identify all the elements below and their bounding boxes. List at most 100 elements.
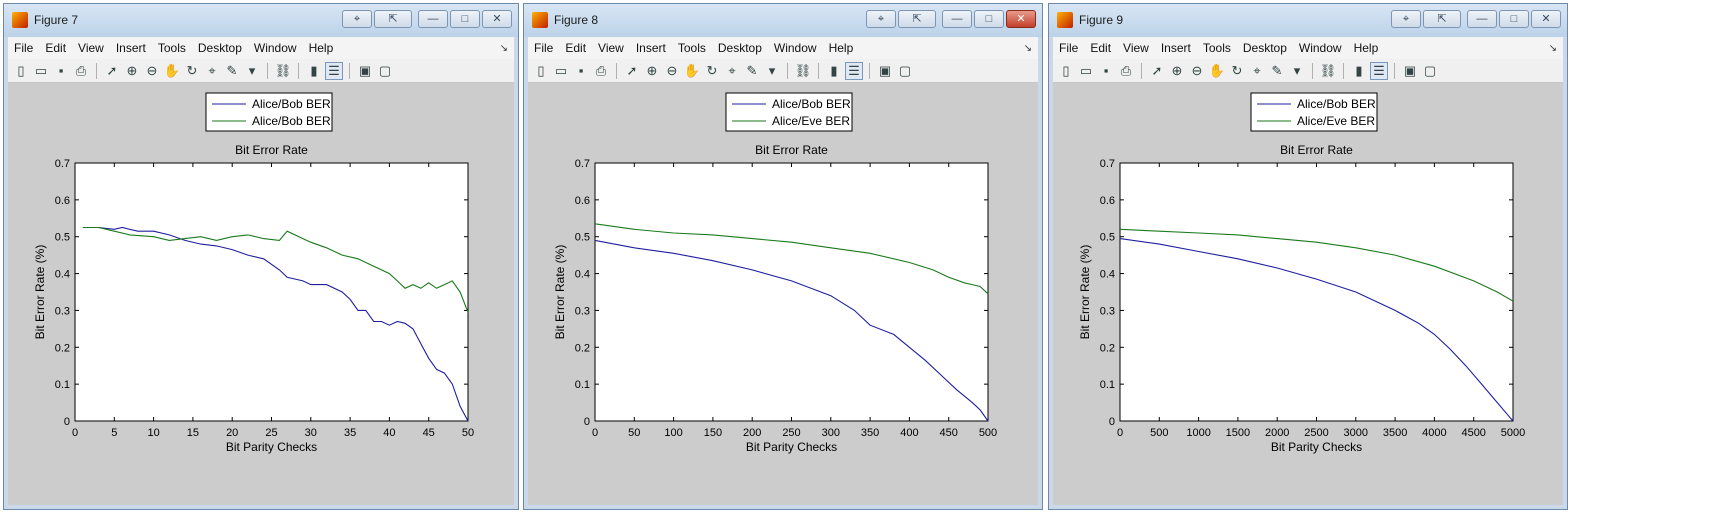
figure-window-9[interactable]: Figure 9 ⌖ ⇱ — □ ✕ File Edit View Insert Tools Desk…: [1048, 3, 1568, 510]
menu-insert[interactable]: Insert: [110, 41, 152, 55]
zoom-in-icon[interactable]: ⊕: [123, 62, 141, 80]
title-bar[interactable]: Figure 8 ⌖ ⇱ — □ ✕: [524, 4, 1042, 37]
menu-desktop[interactable]: Desktop: [1237, 41, 1293, 55]
show-plot-tools-icon[interactable]: ▢: [376, 62, 394, 80]
save-icon[interactable]: ▪: [52, 62, 70, 80]
show-plot-tools-icon[interactable]: ▢: [1421, 62, 1439, 80]
pointer-icon[interactable]: ➚: [623, 62, 641, 80]
legend-icon[interactable]: ☰: [1370, 61, 1388, 80]
hide-plot-tools-icon[interactable]: ▣: [356, 62, 374, 80]
show-plot-tools-icon[interactable]: ▢: [896, 62, 914, 80]
print-icon[interactable]: ⎙: [592, 62, 610, 80]
undock-button[interactable]: ⇱: [898, 10, 936, 28]
menu-window[interactable]: Window: [248, 41, 303, 55]
link-plot-icon[interactable]: ⛓: [1319, 62, 1337, 80]
brush-dropdown-icon[interactable]: ▾: [243, 62, 261, 80]
pointer-icon[interactable]: ➚: [1148, 62, 1166, 80]
new-file-icon[interactable]: ▯: [12, 62, 30, 80]
legend-icon[interactable]: ☰: [845, 61, 863, 80]
pan-hand-icon[interactable]: ✋: [1208, 62, 1226, 80]
menu-view[interactable]: View: [72, 41, 110, 55]
chart-legend[interactable]: Alice/Bob BER Alice/Eve BER: [1250, 92, 1378, 132]
save-icon[interactable]: ▪: [572, 62, 590, 80]
menu-tools[interactable]: Tools: [1197, 41, 1237, 55]
zoom-out-icon[interactable]: ⊖: [143, 62, 161, 80]
menu-edit[interactable]: Edit: [1084, 41, 1117, 55]
title-bar[interactable]: Figure 9 ⌖ ⇱ — □ ✕: [1049, 4, 1567, 37]
title-bar[interactable]: Figure 7 ⌖ ⇱ — □ ✕: [4, 4, 518, 37]
dock-button[interactable]: ⌖: [1391, 10, 1421, 28]
new-file-icon[interactable]: ▯: [532, 62, 550, 80]
menu-window[interactable]: Window: [768, 41, 823, 55]
brush-icon[interactable]: ✎: [743, 62, 761, 80]
menu-help[interactable]: Help: [823, 41, 860, 55]
menu-edit[interactable]: Edit: [559, 41, 592, 55]
brush-dropdown-icon[interactable]: ▾: [763, 62, 781, 80]
brush-icon[interactable]: ✎: [1268, 62, 1286, 80]
brush-dropdown-icon[interactable]: ▾: [1288, 62, 1306, 80]
maximize-button[interactable]: □: [450, 10, 480, 28]
legend-icon[interactable]: ☰: [325, 61, 343, 80]
menu-view[interactable]: View: [1117, 41, 1155, 55]
open-folder-icon[interactable]: ▭: [32, 62, 50, 80]
undock-button[interactable]: ⇱: [374, 10, 412, 28]
open-folder-icon[interactable]: ▭: [1077, 62, 1095, 80]
close-button[interactable]: ✕: [1006, 10, 1036, 28]
rotate-3d-icon[interactable]: ↻: [183, 62, 201, 80]
chart-legend[interactable]: Alice/Bob BER Alice/Eve BER: [725, 92, 853, 132]
colorbar-icon[interactable]: ▮: [825, 62, 843, 80]
menu-help[interactable]: Help: [303, 41, 340, 55]
close-button[interactable]: ✕: [1531, 10, 1561, 28]
dock-button[interactable]: ⌖: [866, 10, 896, 28]
pointer-icon[interactable]: ➚: [103, 62, 121, 80]
menu-dock-arrow-icon[interactable]: ↘: [1024, 43, 1032, 54]
menu-file[interactable]: File: [1053, 41, 1084, 55]
save-icon[interactable]: ▪: [1097, 62, 1115, 80]
menu-file[interactable]: File: [528, 41, 559, 55]
print-icon[interactable]: ⎙: [72, 62, 90, 80]
dock-button[interactable]: ⌖: [342, 10, 372, 28]
chart-legend[interactable]: Alice/Bob BER Alice/Bob BER: [205, 92, 333, 132]
link-plot-icon[interactable]: ⛓: [274, 62, 292, 80]
rotate-3d-icon[interactable]: ↻: [703, 62, 721, 80]
data-cursor-icon[interactable]: ⌖: [1248, 62, 1266, 80]
pan-hand-icon[interactable]: ✋: [163, 62, 181, 80]
figure-window-8[interactable]: Figure 8 ⌖ ⇱ — □ ✕ File Edit View Insert Tools Desk…: [523, 3, 1043, 510]
menu-insert[interactable]: Insert: [630, 41, 672, 55]
hide-plot-tools-icon[interactable]: ▣: [876, 62, 894, 80]
menu-dock-arrow-icon[interactable]: ↘: [500, 43, 508, 54]
new-file-icon[interactable]: ▯: [1057, 62, 1075, 80]
menu-insert[interactable]: Insert: [1155, 41, 1197, 55]
menu-edit[interactable]: Edit: [39, 41, 72, 55]
zoom-out-icon[interactable]: ⊖: [663, 62, 681, 80]
open-folder-icon[interactable]: ▭: [552, 62, 570, 80]
zoom-in-icon[interactable]: ⊕: [1168, 62, 1186, 80]
menu-file[interactable]: File: [8, 41, 39, 55]
pan-hand-icon[interactable]: ✋: [683, 62, 701, 80]
menu-dock-arrow-icon[interactable]: ↘: [1549, 43, 1557, 54]
maximize-button[interactable]: □: [974, 10, 1004, 28]
link-plot-icon[interactable]: ⛓: [794, 62, 812, 80]
minimize-button[interactable]: —: [1467, 10, 1497, 28]
data-cursor-icon[interactable]: ⌖: [723, 62, 741, 80]
zoom-in-icon[interactable]: ⊕: [643, 62, 661, 80]
minimize-button[interactable]: —: [942, 10, 972, 28]
menu-tools[interactable]: Tools: [672, 41, 712, 55]
close-button[interactable]: ✕: [482, 10, 512, 28]
hide-plot-tools-icon[interactable]: ▣: [1401, 62, 1419, 80]
rotate-3d-icon[interactable]: ↻: [1228, 62, 1246, 80]
zoom-out-icon[interactable]: ⊖: [1188, 62, 1206, 80]
menu-help[interactable]: Help: [1348, 41, 1385, 55]
figure-window-7[interactable]: Figure 7 ⌖ ⇱ — □ ✕ File Edit View Insert Tools Desk…: [3, 3, 519, 510]
data-cursor-icon[interactable]: ⌖: [203, 62, 221, 80]
menu-tools[interactable]: Tools: [152, 41, 192, 55]
menu-desktop[interactable]: Desktop: [712, 41, 768, 55]
menu-view[interactable]: View: [592, 41, 630, 55]
brush-icon[interactable]: ✎: [223, 62, 241, 80]
menu-desktop[interactable]: Desktop: [192, 41, 248, 55]
menu-window[interactable]: Window: [1293, 41, 1348, 55]
undock-button[interactable]: ⇱: [1423, 10, 1461, 28]
maximize-button[interactable]: □: [1499, 10, 1529, 28]
colorbar-icon[interactable]: ▮: [305, 62, 323, 80]
print-icon[interactable]: ⎙: [1117, 62, 1135, 80]
